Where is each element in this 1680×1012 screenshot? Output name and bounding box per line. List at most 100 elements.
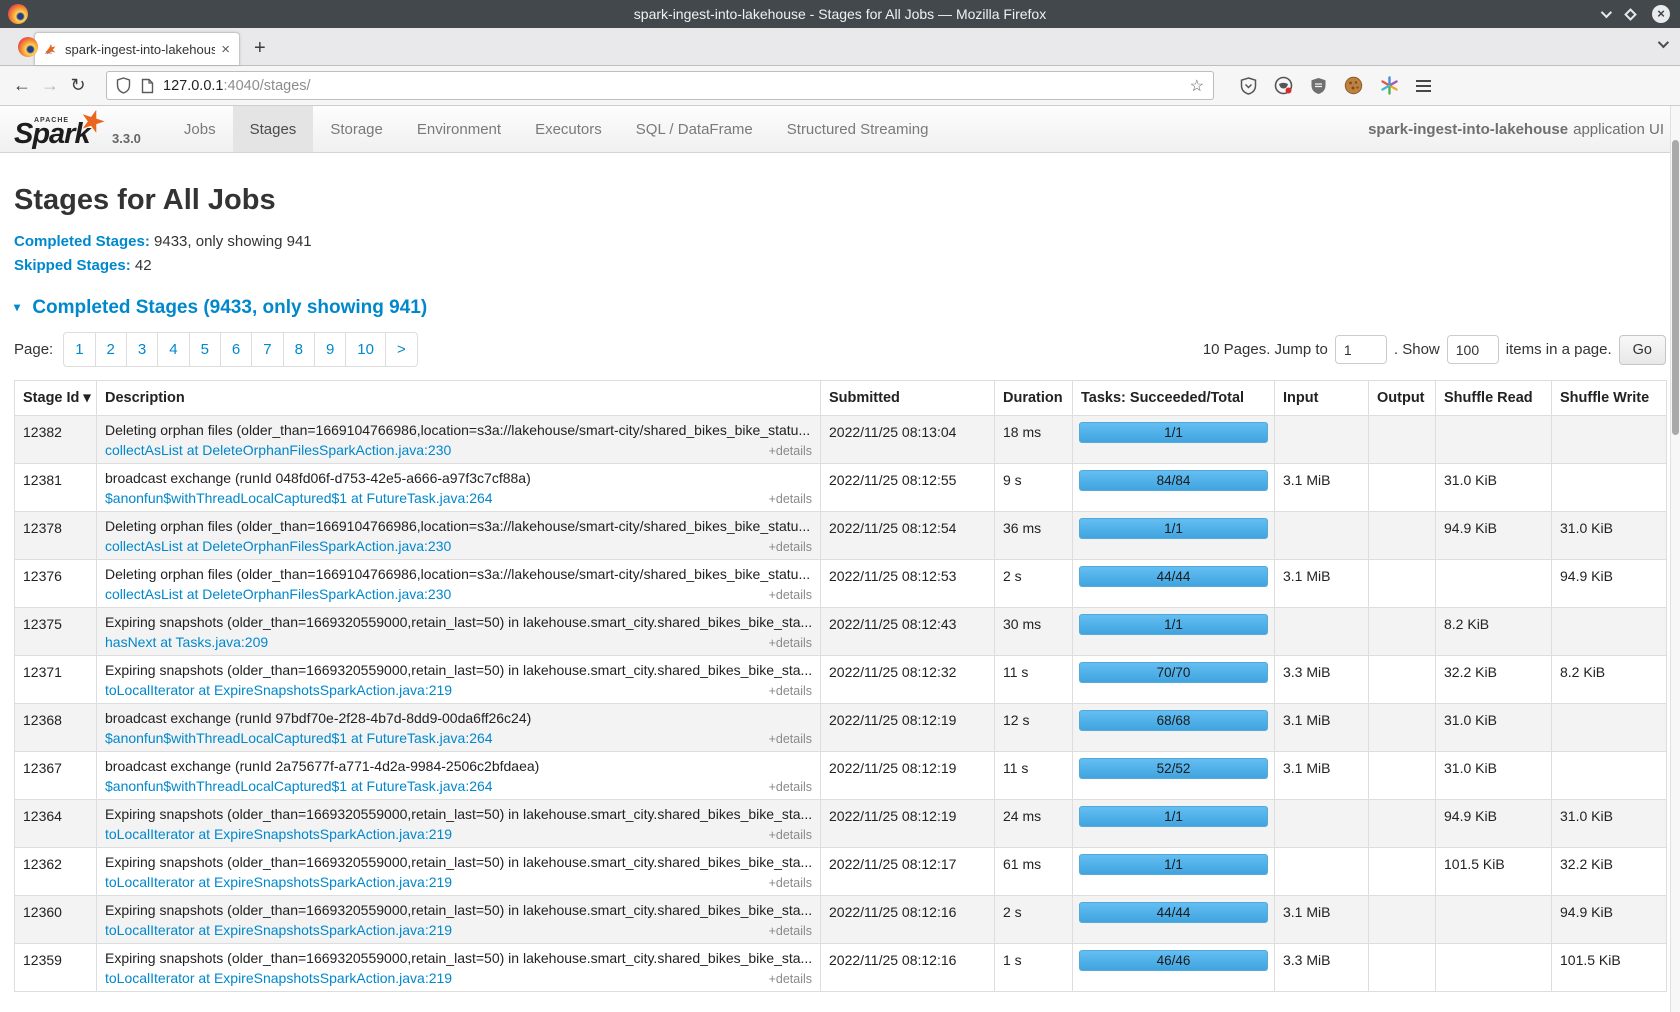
- stage-callsite-link[interactable]: toLocalIterator at ExpireSnapshotsSparkA…: [105, 682, 452, 698]
- nav-tab-structured-streaming[interactable]: Structured Streaming: [770, 106, 946, 152]
- details-toggle[interactable]: +details: [769, 780, 812, 794]
- spark-version: 3.3.0: [112, 131, 141, 146]
- completed-stages-label[interactable]: Completed Stages:: [14, 233, 150, 250]
- spark-logo[interactable]: ★ APACHE Spark: [12, 108, 104, 152]
- tasks-progress-bar: 44/44: [1079, 902, 1268, 923]
- nav-tab-stages[interactable]: Stages: [233, 106, 314, 152]
- column-header-output[interactable]: Output: [1369, 381, 1436, 416]
- refresh-button[interactable]: ↻: [64, 75, 92, 96]
- description-cell: Expiring snapshots (older_than=166932055…: [97, 800, 821, 848]
- column-header-shuffle-write[interactable]: Shuffle Write: [1552, 381, 1667, 416]
- account-mask-icon[interactable]: [1274, 76, 1293, 95]
- skipped-stages-label[interactable]: Skipped Stages:: [14, 257, 131, 274]
- url-bar[interactable]: 127.0.0.1:4040/stages/ ☆: [106, 71, 1214, 100]
- back-button[interactable]: ←: [8, 75, 36, 96]
- stage-callsite-link[interactable]: hasNext at Tasks.java:209: [105, 634, 268, 650]
- page-button-8[interactable]: 8: [283, 333, 314, 366]
- submitted-cell: 2022/11/25 08:12:53: [821, 560, 995, 608]
- jump-to-page-input[interactable]: [1335, 335, 1387, 364]
- description-cell: Deleting orphan files (older_than=166910…: [97, 512, 821, 560]
- next-page-button[interactable]: >: [385, 333, 417, 366]
- nav-tab-storage[interactable]: Storage: [313, 106, 400, 152]
- details-toggle[interactable]: +details: [769, 540, 812, 554]
- stage-description: broadcast exchange (runId 97bdf70e-2f28-…: [105, 710, 812, 726]
- stage-callsite-link[interactable]: toLocalIterator at ExpireSnapshotsSparkA…: [105, 874, 452, 890]
- minimize-icon[interactable]: [1601, 7, 1612, 18]
- table-row: 12376 Deleting orphan files (older_than=…: [15, 560, 1667, 608]
- stage-callsite-link[interactable]: $anonfun$withThreadLocalCaptured$1 at Fu…: [105, 778, 493, 794]
- browser-tab[interactable]: spark-ingest-into-lakehous ×: [34, 32, 240, 65]
- page-button-10[interactable]: 10: [345, 333, 385, 366]
- completed-stages-section-header[interactable]: ▾ Completed Stages (9433, only showing 9…: [14, 297, 1666, 319]
- go-button[interactable]: Go: [1619, 335, 1666, 365]
- bookmark-star-icon[interactable]: ☆: [1190, 76, 1204, 96]
- column-header-shuffle-read[interactable]: Shuffle Read: [1436, 381, 1552, 416]
- column-header-submitted[interactable]: Submitted: [821, 381, 995, 416]
- application-name: spark-ingest-into-lakehouse: [1368, 121, 1568, 138]
- column-header-duration[interactable]: Duration: [995, 381, 1073, 416]
- stage-callsite-link[interactable]: collectAsList at DeleteOrphanFilesSparkA…: [105, 586, 451, 602]
- details-toggle[interactable]: +details: [769, 492, 812, 506]
- stage-callsite-link[interactable]: $anonfun$withThreadLocalCaptured$1 at Fu…: [105, 730, 493, 746]
- stage-callsite-link[interactable]: toLocalIterator at ExpireSnapshotsSparkA…: [105, 826, 452, 842]
- stage-description: broadcast exchange (runId 048fd06f-d753-…: [105, 470, 812, 486]
- column-header-tasks-succeeded-total[interactable]: Tasks: Succeeded/Total: [1073, 381, 1275, 416]
- shuffle-write-cell: [1552, 608, 1667, 656]
- stage-callsite-link[interactable]: toLocalIterator at ExpireSnapshotsSparkA…: [105, 922, 452, 938]
- page-button-5[interactable]: 5: [189, 333, 220, 366]
- new-tab-button[interactable]: +: [254, 38, 266, 58]
- stage-callsite-link[interactable]: collectAsList at DeleteOrphanFilesSparkA…: [105, 538, 451, 554]
- tab-close-icon[interactable]: ×: [221, 41, 230, 58]
- menu-icon[interactable]: [1416, 77, 1431, 95]
- details-toggle[interactable]: +details: [769, 732, 812, 746]
- details-toggle[interactable]: +details: [769, 972, 812, 986]
- shuffle-read-cell: [1436, 560, 1552, 608]
- page-scrollbar[interactable]: [1670, 106, 1680, 1012]
- stage-id-cell: 12359: [15, 944, 97, 992]
- section-title: Completed Stages (9433, only showing 941…: [32, 297, 427, 318]
- page-button-9[interactable]: 9: [314, 333, 345, 366]
- page-info-icon[interactable]: [141, 78, 154, 94]
- stage-callsite-link[interactable]: $anonfun$withThreadLocalCaptured$1 at Fu…: [105, 490, 493, 506]
- stage-callsite-link[interactable]: collectAsList at DeleteOrphanFilesSparkA…: [105, 442, 451, 458]
- page-button-3[interactable]: 3: [126, 333, 157, 366]
- table-row: 12375 Expiring snapshots (older_than=166…: [15, 608, 1667, 656]
- details-toggle[interactable]: +details: [769, 636, 812, 650]
- page-button-6[interactable]: 6: [220, 333, 251, 366]
- details-toggle[interactable]: +details: [769, 876, 812, 890]
- page-button-1[interactable]: 1: [64, 333, 94, 366]
- pocket-shield-icon[interactable]: [1240, 77, 1257, 95]
- nav-tab-environment[interactable]: Environment: [400, 106, 518, 152]
- page-button-4[interactable]: 4: [157, 333, 188, 366]
- url-host: 127.0.0.1: [163, 78, 223, 94]
- maximize-icon[interactable]: [1624, 8, 1637, 21]
- close-window-icon[interactable]: ×: [1652, 5, 1670, 23]
- page-label: Page:: [14, 341, 53, 358]
- forward-button[interactable]: →: [36, 75, 64, 96]
- nav-tab-executors[interactable]: Executors: [518, 106, 619, 152]
- details-toggle[interactable]: +details: [769, 828, 812, 842]
- scrollbar-thumb[interactable]: [1672, 140, 1679, 435]
- nav-tab-jobs[interactable]: Jobs: [167, 106, 233, 152]
- ublock-shield-icon[interactable]: [1310, 77, 1327, 95]
- details-toggle[interactable]: +details: [769, 924, 812, 938]
- extension-asterisk-icon[interactable]: [1380, 76, 1399, 95]
- details-toggle[interactable]: +details: [769, 588, 812, 602]
- shuffle-read-cell: 31.0 KiB: [1436, 704, 1552, 752]
- details-toggle[interactable]: +details: [769, 684, 812, 698]
- column-header-description[interactable]: Description: [97, 381, 821, 416]
- column-header-input[interactable]: Input: [1275, 381, 1369, 416]
- stage-callsite-link[interactable]: toLocalIterator at ExpireSnapshotsSparkA…: [105, 970, 452, 986]
- list-all-tabs-icon[interactable]: [1658, 35, 1666, 53]
- items-per-page-input[interactable]: [1447, 335, 1499, 364]
- nav-tab-sql-dataframe[interactable]: SQL / DataFrame: [619, 106, 770, 152]
- shield-permissions-icon[interactable]: [116, 77, 131, 94]
- cookie-icon[interactable]: [1344, 76, 1363, 95]
- page-button-2[interactable]: 2: [95, 333, 126, 366]
- details-toggle[interactable]: +details: [769, 444, 812, 458]
- tasks-cell: 1/1: [1073, 512, 1275, 560]
- page-button-7[interactable]: 7: [251, 333, 282, 366]
- tasks-progress-bar: 1/1: [1079, 854, 1268, 875]
- firefox-logo-icon: [18, 37, 38, 57]
- column-header-stage-id[interactable]: Stage Id ▾: [15, 381, 97, 416]
